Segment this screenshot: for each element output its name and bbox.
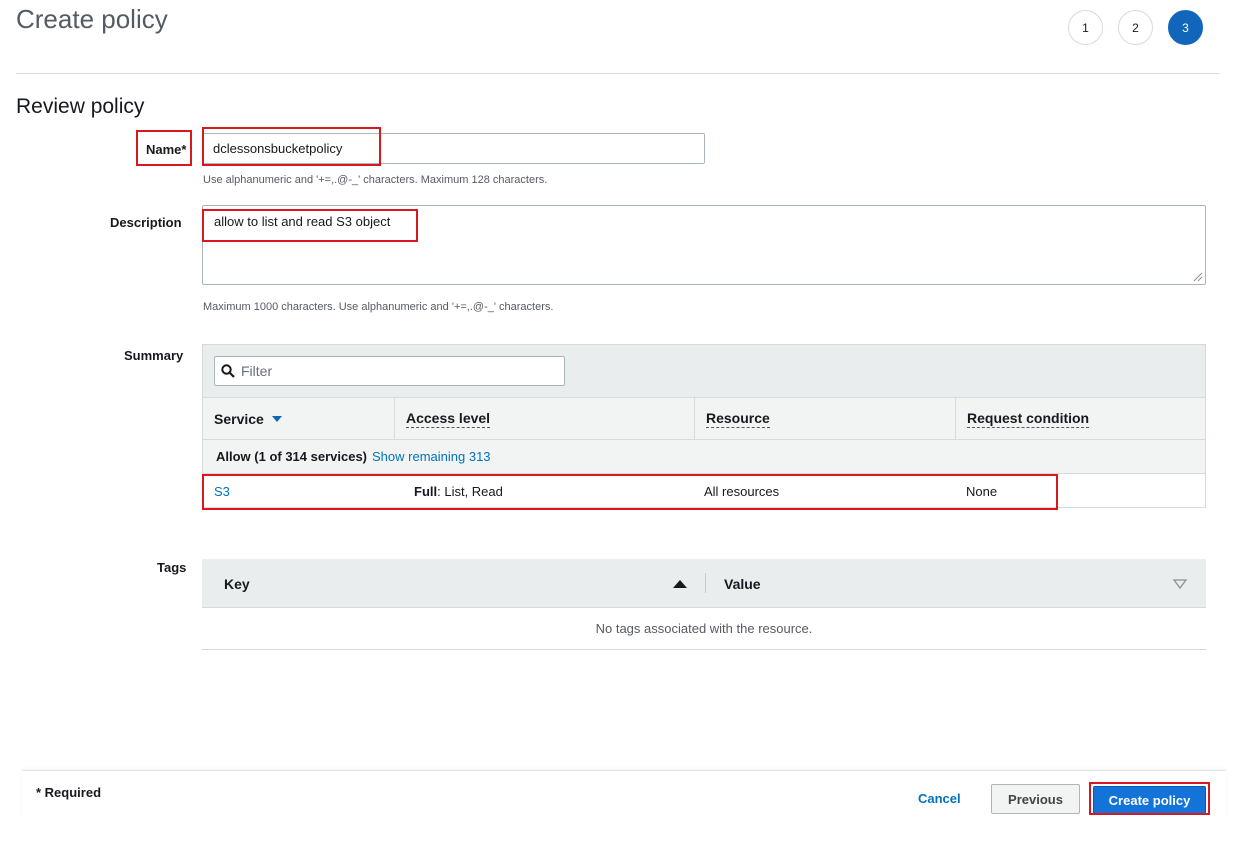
column-access-level[interactable]: Access level (394, 398, 694, 440)
page-title: Create policy (16, 4, 168, 34)
step-2[interactable]: 2 (1118, 10, 1153, 45)
summary-table: Filter Service Access level Resource Req… (202, 344, 1206, 508)
sort-caret-icon (271, 416, 282, 422)
column-resource[interactable]: Resource (694, 398, 955, 440)
resource-cell: All resources (704, 483, 780, 499)
name-label: Name* (146, 142, 187, 157)
search-icon (221, 364, 235, 378)
column-value[interactable]: Value (724, 559, 761, 608)
column-divider (705, 573, 706, 593)
description-field[interactable]: allow to list and read S3 object (202, 205, 1206, 285)
description-label: Description (110, 215, 182, 230)
service-cell: S3 (214, 474, 230, 508)
tags-header: Key Value (202, 559, 1206, 608)
cancel-button[interactable]: Cancel (918, 791, 961, 806)
filter-placeholder: Filter (241, 363, 273, 379)
table-row: S3 Full: List, Read All resources None (203, 474, 1205, 508)
summary-toolbar: Filter (203, 345, 1205, 397)
allow-group-row: Allow (1 of 314 services) Show remaining… (203, 440, 1205, 474)
step-1[interactable]: 1 (1068, 10, 1103, 45)
tags-label: Tags (157, 560, 187, 575)
summary-header: Service Access level Resource Request co… (203, 397, 1205, 440)
resize-grip-icon[interactable] (1193, 272, 1203, 282)
name-hint: Use alphanumeric and '+=,.@-_' character… (203, 174, 548, 186)
previous-button[interactable]: Previous (991, 784, 1080, 814)
tags-table: Key Value No tags associated with the re… (202, 559, 1206, 651)
header-divider (16, 73, 1219, 74)
summary-label: Summary (124, 348, 184, 363)
tags-empty-message: No tags associated with the resource. (202, 608, 1206, 650)
footer-bar: * Required Cancel Previous Create policy (22, 770, 1226, 821)
step-3[interactable]: 3 (1168, 10, 1203, 45)
filter-input[interactable]: Filter (214, 356, 565, 386)
sort-descending-icon[interactable] (1173, 559, 1187, 608)
section-title: Review policy (16, 95, 145, 118)
column-key[interactable]: Key (224, 559, 250, 608)
show-remaining-link[interactable]: Show remaining 313 (372, 449, 491, 464)
column-service[interactable]: Service (203, 398, 394, 440)
column-request-condition[interactable]: Request condition (955, 398, 1205, 440)
required-note: * Required (36, 785, 102, 800)
wizard-steps: 1 2 3 (1068, 10, 1203, 45)
condition-cell: None (966, 483, 998, 499)
allow-group-label: Allow (1 of 314 services) (216, 449, 368, 464)
name-field[interactable] (202, 133, 705, 164)
sort-ascending-icon[interactable] (673, 559, 687, 608)
create-policy-button[interactable]: Create policy (1093, 786, 1206, 814)
service-link-s3[interactable]: S3 (214, 484, 230, 499)
access-level-cell: Full: List, Read (414, 483, 503, 499)
description-hint: Maximum 1000 characters. Use alphanumeri… (203, 301, 554, 313)
